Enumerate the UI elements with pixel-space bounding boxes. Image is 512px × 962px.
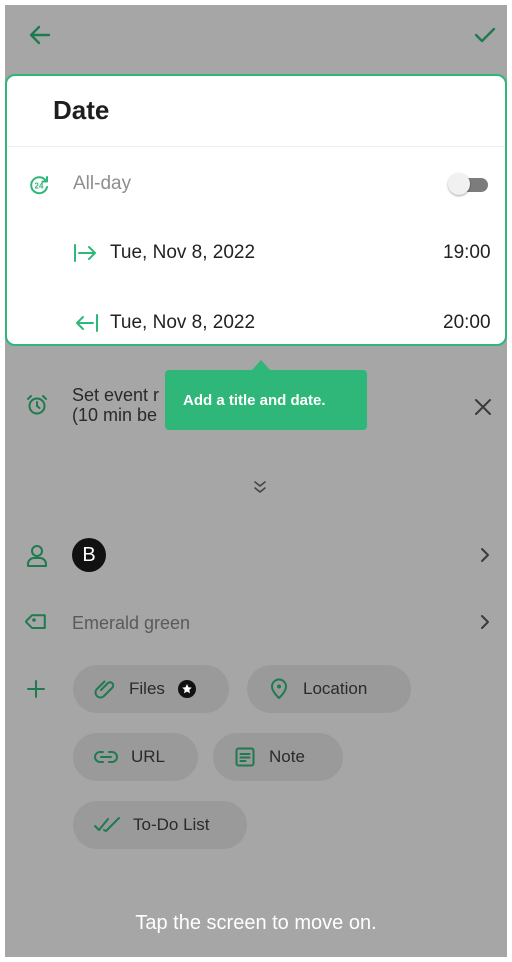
chevron-right-icon[interactable]	[478, 613, 492, 631]
back-arrow-icon[interactable]	[25, 20, 55, 50]
location-chip[interactable]: Location	[247, 665, 411, 713]
location-pin-icon	[267, 677, 291, 701]
end-time[interactable]: 20:00	[443, 312, 491, 334]
date-card: Date 24 All-day Tue, Nov 8, 2022 19:00 T…	[5, 74, 507, 346]
note-icon	[233, 745, 257, 769]
close-icon[interactable]	[472, 396, 494, 418]
all-day-toggle[interactable]	[448, 173, 488, 195]
start-date[interactable]: Tue, Nov 8, 2022	[110, 242, 255, 264]
reminder-line-1[interactable]: Set event r	[72, 385, 159, 405]
svg-text:24: 24	[35, 182, 44, 191]
footer-hint: Tap the screen to move on.	[135, 912, 377, 934]
reminder-line-2[interactable]: (10 min be	[72, 405, 157, 425]
tooltip-arrow	[252, 360, 270, 370]
start-time[interactable]: 19:00	[443, 242, 491, 264]
card-divider	[7, 146, 505, 147]
paperclip-icon	[93, 677, 117, 701]
link-icon	[93, 749, 119, 765]
end-arrow-icon	[73, 312, 99, 334]
color-label[interactable]: Emerald green	[72, 613, 190, 633]
todo-checks-icon	[93, 815, 121, 835]
avatar[interactable]: B	[72, 538, 106, 572]
files-label: Files	[129, 679, 165, 698]
files-chip[interactable]: Files	[73, 665, 229, 713]
all-day-label: All-day	[73, 173, 132, 194]
all-day-24-icon: 24	[27, 173, 51, 197]
toggle-knob	[448, 173, 470, 195]
check-icon[interactable]	[470, 20, 500, 50]
start-arrow-icon	[73, 242, 99, 264]
chevron-right-icon[interactable]	[478, 546, 492, 564]
person-icon	[25, 543, 49, 569]
double-chevron-down-icon[interactable]	[252, 478, 268, 496]
todo-chip[interactable]: To-Do List	[73, 801, 247, 849]
note-label: Note	[269, 747, 305, 766]
plus-icon[interactable]	[25, 678, 47, 700]
url-chip[interactable]: URL	[73, 733, 198, 781]
location-label: Location	[303, 679, 368, 698]
tooltip: Add a title and date.	[165, 370, 367, 430]
note-chip[interactable]: Note	[213, 733, 343, 781]
tag-icon	[25, 611, 49, 635]
url-label: URL	[131, 747, 166, 766]
todo-label: To-Do List	[133, 815, 210, 834]
end-date[interactable]: Tue, Nov 8, 2022	[110, 312, 255, 334]
star-badge-icon	[177, 679, 197, 699]
tooltip-text: Add a title and date.	[183, 391, 326, 409]
avatar-letter: B	[82, 543, 96, 566]
card-title: Date	[53, 95, 110, 125]
alarm-icon	[25, 393, 49, 417]
